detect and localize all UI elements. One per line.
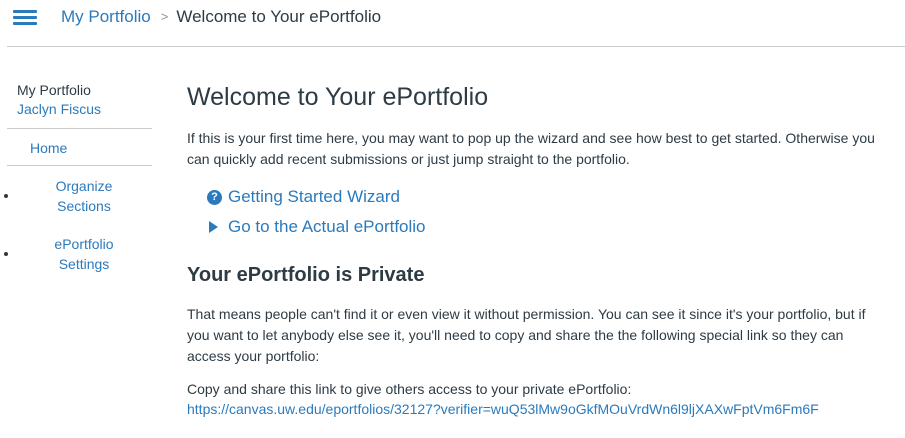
sidebar-title: My Portfolio [17, 82, 91, 98]
sidebar-divider [7, 165, 152, 166]
breadcrumb-separator: > [160, 9, 169, 24]
sidebar-user-link[interactable]: Jaclyn Fiscus [17, 101, 101, 117]
breadcrumb-my-portfolio-link[interactable]: My Portfolio [61, 7, 151, 26]
go-to-eportfolio-label: Go to the Actual ePortfolio [228, 217, 426, 236]
private-section-title: Your ePortfolio is Private [187, 264, 425, 286]
hamburger-menu-icon[interactable] [13, 9, 37, 27]
sidebar-item-eportfolio-settings[interactable]: ePortfolio Settings [34, 234, 134, 274]
list-bullet [4, 194, 8, 198]
getting-started-wizard-link[interactable]: ? Getting Started Wizard [207, 187, 400, 207]
go-to-eportfolio-link[interactable]: Go to the Actual ePortfolio [207, 217, 426, 237]
sidebar-item-organize-sections[interactable]: Organize Sections [34, 176, 134, 216]
sidebar-item-home[interactable]: Home [30, 140, 67, 156]
breadcrumb-current-page: Welcome to Your ePortfolio [176, 7, 382, 26]
share-link[interactable]: https://canvas.uw.edu/eportfolios/32127?… [187, 401, 819, 417]
top-bar: My Portfolio > Welcome to Your ePortfolio [0, 0, 905, 47]
private-explanation-text: That means people can't find it or even … [187, 306, 866, 364]
breadcrumb: My Portfolio > Welcome to Your ePortfolio [61, 7, 381, 28]
page-title: Welcome to Your ePortfolio [187, 83, 489, 111]
header-divider [7, 46, 905, 47]
share-link-label: Copy and share this link to give others … [187, 381, 632, 397]
getting-started-wizard-label: Getting Started Wizard [228, 187, 400, 206]
sidebar-divider [7, 128, 152, 129]
list-bullet [4, 252, 8, 256]
help-icon: ? [207, 189, 222, 205]
play-arrow-icon [209, 221, 218, 233]
intro-text: If this is your first time here, you may… [187, 130, 875, 167]
